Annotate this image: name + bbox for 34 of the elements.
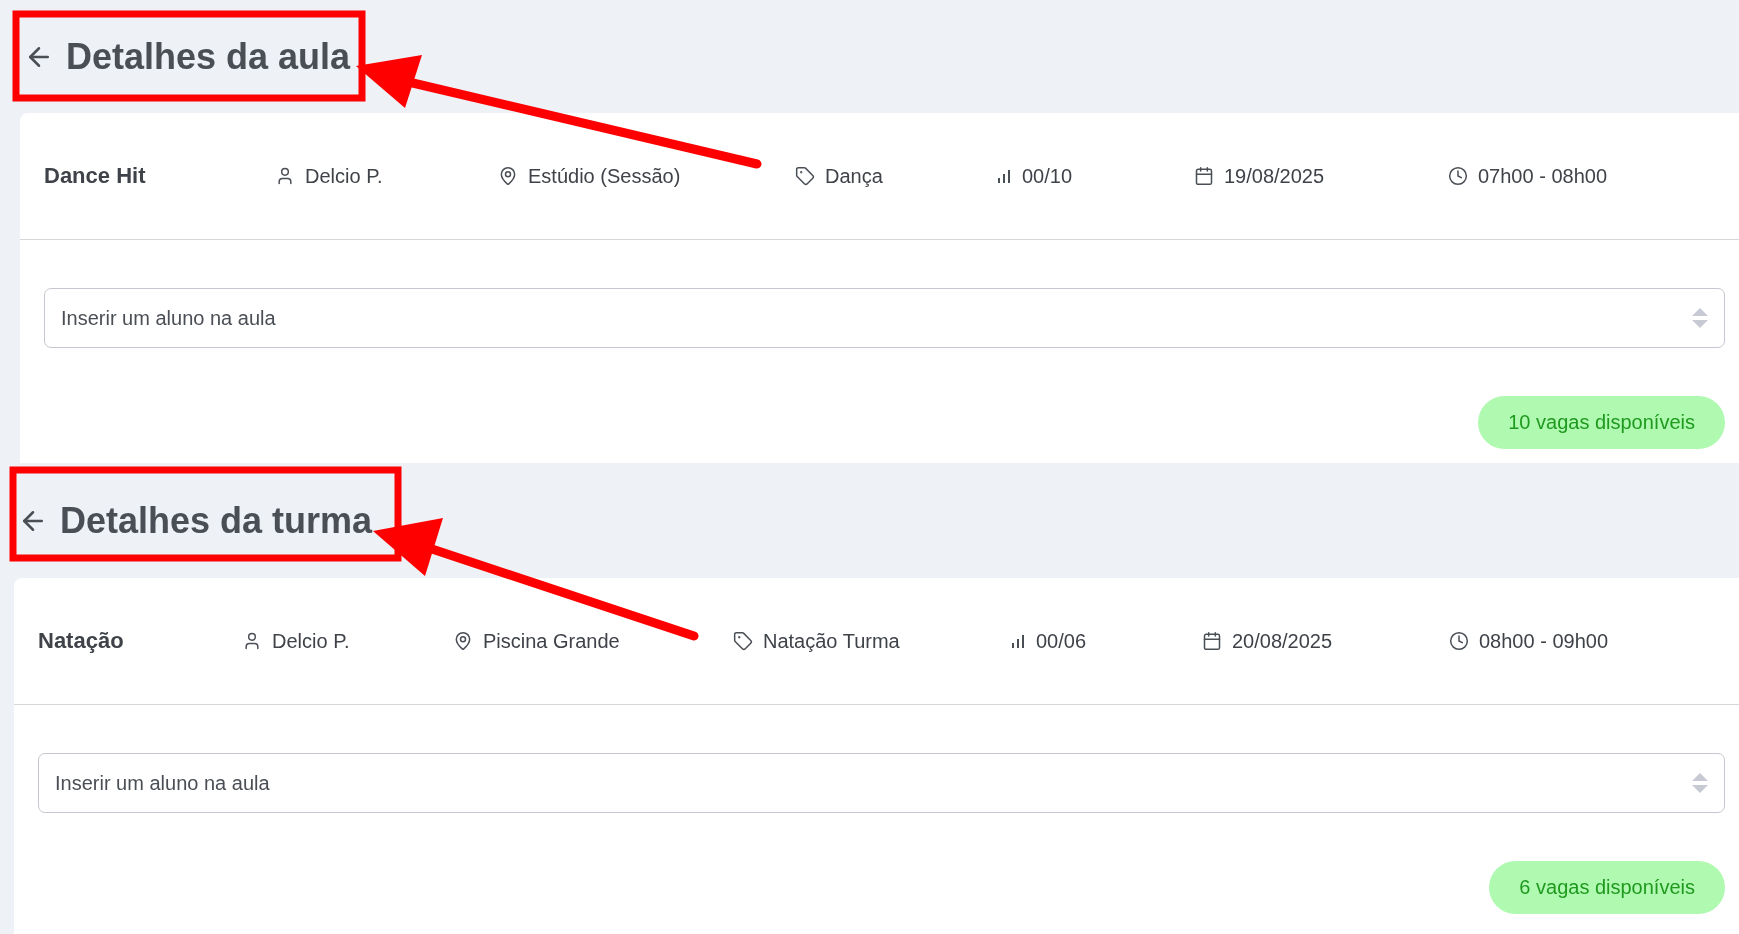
detail-text: Dança <box>825 164 883 188</box>
clock-icon <box>1448 166 1468 186</box>
detail-text: Piscina Grande <box>483 629 620 653</box>
detail-text: 00/06 <box>1036 629 1087 653</box>
calendar-icon <box>1194 166 1214 186</box>
bar-chart-icon <box>1010 633 1026 649</box>
page-title: Detalhes da aula <box>66 35 351 78</box>
student-select-field[interactable]: Inserir um aluno na aula <box>44 288 1725 348</box>
detail-text: Delcio P. <box>305 164 383 188</box>
student-select-field[interactable]: Inserir um aluno na aula <box>38 753 1725 813</box>
detail-text: 08h00 - 09h00 <box>1479 629 1608 653</box>
detail-text: 00/10 <box>1022 164 1073 188</box>
person-icon <box>275 166 295 186</box>
detail-text: Delcio P. <box>272 629 350 653</box>
detail-text: 07h00 - 08h00 <box>1478 164 1607 188</box>
class-name: Dance Hit <box>44 163 147 189</box>
detail-text: 19/08/2025 <box>1224 164 1325 188</box>
map-pin-icon <box>453 631 473 651</box>
class-name: Natação <box>38 628 125 654</box>
sort-chevrons-icon <box>1691 772 1709 794</box>
map-pin-icon <box>498 166 518 186</box>
person-icon <box>242 631 262 651</box>
page-title: Detalhes da turma <box>60 499 373 542</box>
tag-icon <box>733 631 753 651</box>
calendar-icon <box>1202 631 1222 651</box>
availability-badge: 6 vagas disponíveis <box>1489 861 1725 914</box>
sort-chevrons-icon <box>1691 307 1709 329</box>
detail-text: 20/08/2025 <box>1232 629 1333 653</box>
bar-chart-icon <box>996 168 1012 184</box>
clock-icon <box>1449 631 1469 651</box>
detail-text: Natação Turma <box>763 629 900 653</box>
availability-badge: 10 vagas disponíveis <box>1478 396 1725 449</box>
detail-text: Estúdio (Sessão) <box>528 164 681 188</box>
tag-icon <box>795 166 815 186</box>
